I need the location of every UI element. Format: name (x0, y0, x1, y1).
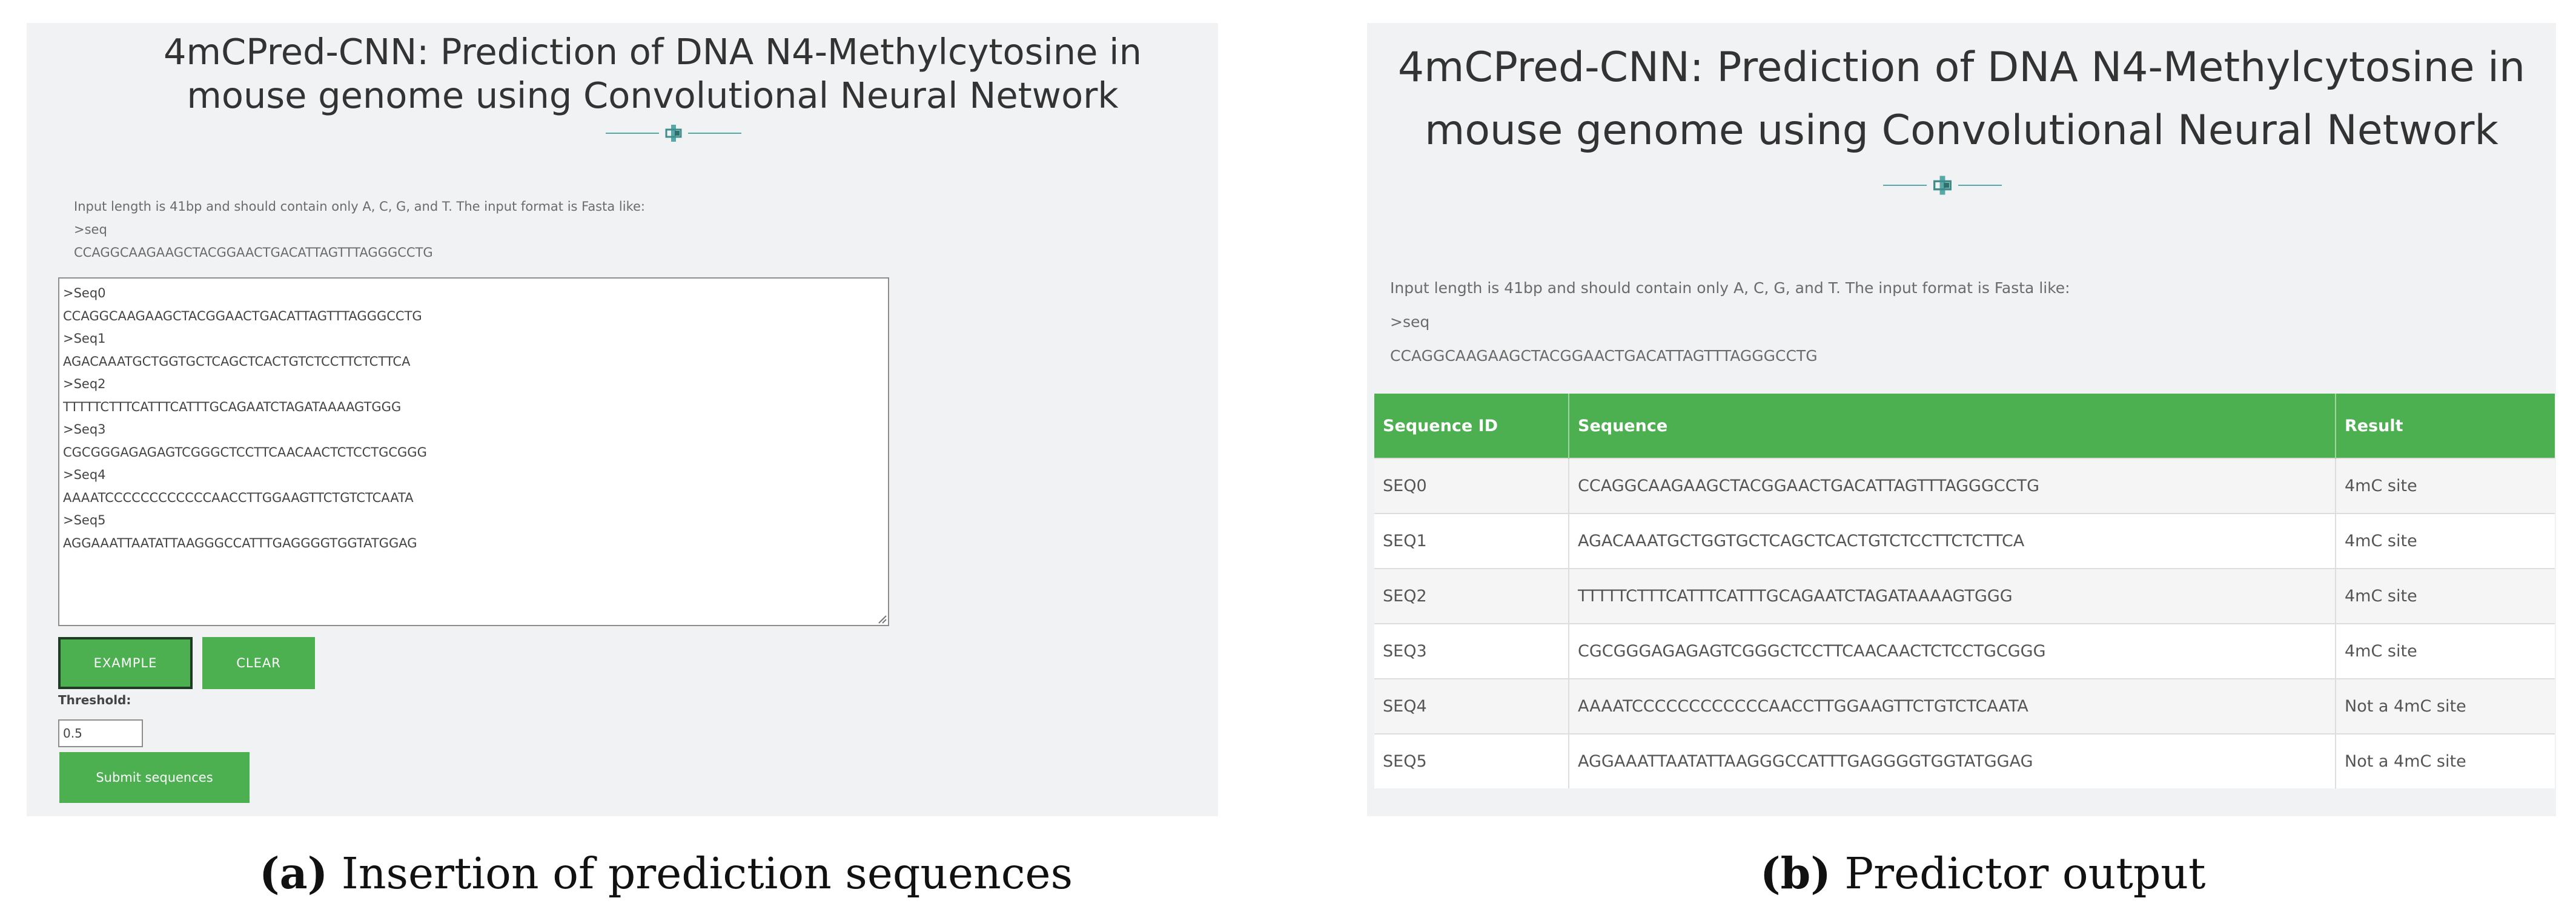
cell-sequence-id: SEQ0 (1374, 458, 1569, 513)
cell-sequence: AGGAAATTAATATTAAGGGCCATTTGAGGGGTGGTATGGA… (1569, 733, 2336, 788)
title-line-2: mouse genome using Convolutional Neural … (1425, 107, 2498, 154)
page-title: 4mCPred-CNN: Prediction of DNA N4-Methyl… (1367, 36, 2556, 162)
caption-a: (a) Insertion of prediction sequences (259, 848, 1073, 899)
title-divider (1883, 173, 2002, 197)
table-row: SEQ3 CGCGGGAGAGAGTCGGGCTCCTTCAACAACTCTCC… (1374, 623, 2555, 679)
threshold-label: Threshold: (58, 693, 131, 707)
cell-sequence-id: SEQ5 (1374, 733, 1569, 788)
cell-sequence-id: SEQ1 (1374, 513, 1569, 569)
panel-output: 4mCPred-CNN: Prediction of DNA N4-Methyl… (1367, 23, 2556, 816)
cell-result: 4mC site (2336, 623, 2555, 679)
cell-sequence: CGCGGGAGAGAGTCGGGCTCCTTCAACAACTCTCCTGCGG… (1569, 623, 2336, 679)
cell-result: 4mC site (2336, 568, 2555, 624)
fasta-header-example: >seq (74, 222, 107, 237)
cell-result: Not a 4mC site (2336, 678, 2555, 734)
instructions-text: Input length is 41bp and should contain … (74, 199, 645, 214)
table-row: SEQ5 AGGAAATTAATATTAAGGGCCATTTGAGGGGTGGT… (1374, 733, 2555, 788)
title-divider (606, 122, 741, 144)
cell-sequence-id: SEQ2 (1374, 568, 1569, 624)
threshold-input[interactable] (58, 719, 143, 747)
cell-result: 4mC site (2336, 513, 2555, 569)
caption-b: (b) Predictor output (1760, 848, 2206, 899)
title-line-1: 4mCPred-CNN: Prediction of DNA N4-Methyl… (164, 31, 1142, 73)
input-instructions: Input length is 41bp and should contain … (1390, 271, 2070, 373)
fasta-header-example: >seq (1390, 313, 1430, 331)
cell-sequence: AAAATCCCCCCCCCCCCAACCTTGGAAGTTCTGTCTCAAT… (1569, 678, 2336, 734)
dna-logo-icon (665, 125, 682, 142)
column-header-sequence: Sequence (1569, 394, 2336, 458)
resize-grip-icon[interactable] (877, 614, 887, 624)
title-line-2: mouse genome using Convolutional Neural … (187, 74, 1119, 116)
fasta-sequence-example: CCAGGCAAGAAGCTACGGAACTGACATTAGTTTAGGGCCT… (1390, 347, 1818, 365)
table-row: SEQ1 AGACAAATGCTGGTGCTCAGCTCACTGTCTCCTTC… (1374, 513, 2555, 569)
panel-input: 4mCPred-CNN: Prediction of DNA N4-Methyl… (27, 23, 1218, 816)
caption-a-text: Insertion of prediction sequences (328, 848, 1073, 899)
caption-a-tag: (a) (259, 848, 328, 899)
title-line-1: 4mCPred-CNN: Prediction of DNA N4-Methyl… (1397, 44, 2526, 91)
cell-sequence: AGACAAATGCTGGTGCTCAGCTCACTGTCTCCTTCTCTTC… (1569, 513, 2336, 569)
cell-sequence-id: SEQ4 (1374, 678, 1569, 734)
dna-logo-icon (1933, 176, 1952, 195)
table-row: SEQ0 CCAGGCAAGAAGCTACGGAACTGACATTAGTTTAG… (1374, 458, 2555, 513)
submit-sequences-button[interactable]: Submit sequences (59, 752, 250, 803)
table-row: SEQ4 AAAATCCCCCCCCCCCCAACCTTGGAAGTTCTGTC… (1374, 678, 2555, 734)
example-button[interactable]: EXAMPLE (58, 637, 193, 689)
cell-result: 4mC site (2336, 458, 2555, 513)
table-row: SEQ2 TTTTTCTTTCATTTCATTTGCAGAATCTAGATAAA… (1374, 568, 2555, 624)
input-instructions: Input length is 41bp and should contain … (74, 195, 645, 264)
cell-sequence: CCAGGCAAGAAGCTACGGAACTGACATTAGTTTAGGGCCT… (1569, 458, 2336, 513)
clear-button[interactable]: CLEAR (202, 637, 315, 689)
cell-sequence: TTTTTCTTTCATTTCATTTGCAGAATCTAGATAAAAGTGG… (1569, 568, 2336, 624)
column-header-result: Result (2336, 394, 2555, 458)
instructions-text: Input length is 41bp and should contain … (1390, 279, 2070, 297)
sequence-input-textarea[interactable]: >Seq0 CCAGGCAAGAAGCTACGGAACTGACATTAGTTTA… (58, 277, 889, 626)
column-header-sequence-id: Sequence ID (1374, 394, 1569, 458)
table-header-row: Sequence ID Sequence Result (1374, 394, 2555, 458)
cell-sequence-id: SEQ3 (1374, 623, 1569, 679)
caption-b-text: Predictor output (1830, 848, 2206, 899)
page-title: 4mCPred-CNN: Prediction of DNA N4-Methyl… (87, 30, 1218, 117)
fasta-sequence-example: CCAGGCAAGAAGCTACGGAACTGACATTAGTTTAGGGCCT… (74, 245, 433, 260)
cell-result: Not a 4mC site (2336, 733, 2555, 788)
results-table: Sequence ID Sequence Result SEQ0 CCAGGCA… (1374, 394, 2555, 788)
caption-b-tag: (b) (1760, 848, 1831, 899)
